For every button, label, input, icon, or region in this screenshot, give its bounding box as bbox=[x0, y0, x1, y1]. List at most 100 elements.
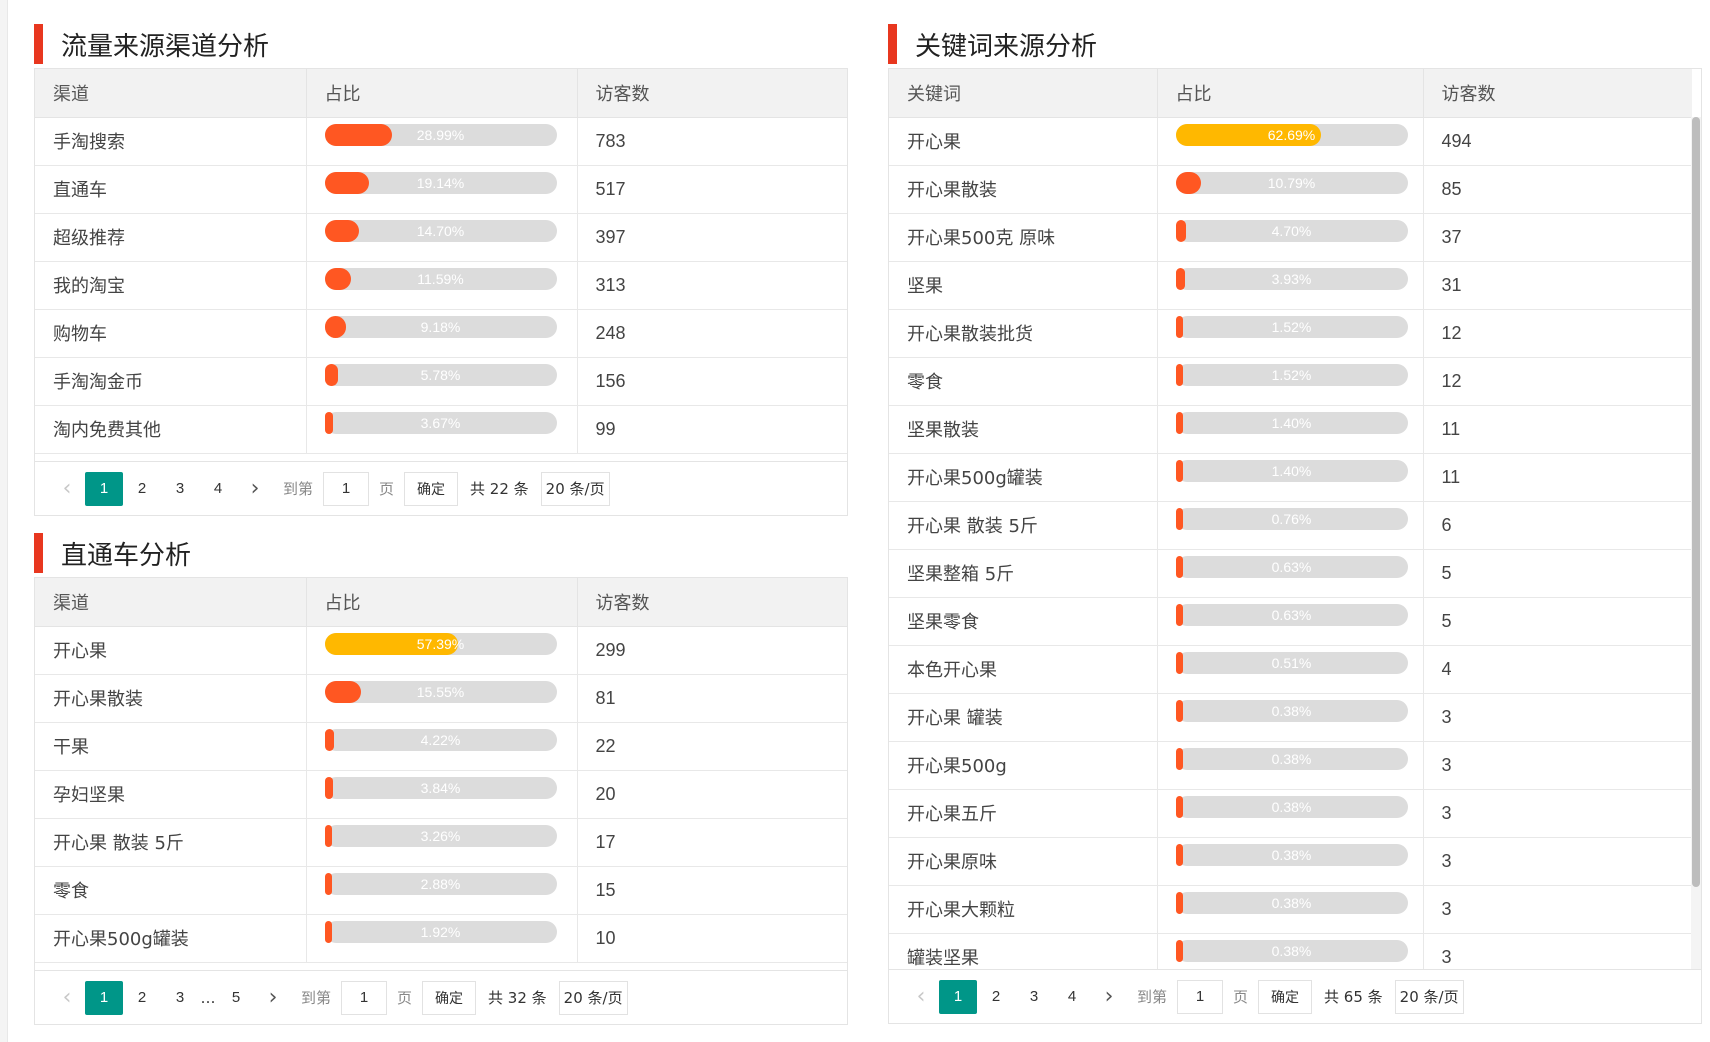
cell-visitors: 11 bbox=[1423, 453, 1692, 502]
table-row[interactable]: 干果 4.22% 22 bbox=[35, 722, 847, 771]
table-row[interactable]: 开心果500g罐装 1.92% 10 bbox=[35, 914, 847, 963]
table-row[interactable]: 开心果散装 15.55% 81 bbox=[35, 674, 847, 723]
table-row[interactable]: 开心果大颗粒 0.38% 3 bbox=[889, 885, 1692, 934]
page-button[interactable]: 3 bbox=[161, 981, 199, 1015]
next-page-icon[interactable]: › bbox=[237, 472, 273, 506]
cell-name: 购物车 bbox=[35, 309, 307, 358]
table-body-scroll[interactable]: 渠道 占比 访客数 开心果 57.39% 299 开心果散装 15.55% 81 干果 4.22%… bbox=[35, 578, 847, 970]
table-row[interactable]: 孕妇坚果 3.84% 20 bbox=[35, 770, 847, 819]
table-row[interactable]: 零食 2.88% 15 bbox=[35, 866, 847, 915]
progress-label: 14.70% bbox=[416, 223, 465, 239]
cell-visitors: 3 bbox=[1423, 741, 1692, 790]
ztc-table: 渠道 占比 访客数 开心果 57.39% 299 开心果散装 15.55% 81 干果 4.22%… bbox=[35, 578, 847, 963]
table-row[interactable]: 超级推荐 14.70% 397 bbox=[35, 213, 847, 262]
cell-visitors: 3 bbox=[1423, 933, 1692, 969]
page-number-input[interactable] bbox=[1177, 979, 1224, 1014]
page-button[interactable]: 2 bbox=[977, 980, 1015, 1014]
vertical-scrollbar[interactable] bbox=[1691, 117, 1701, 969]
table-row[interactable]: 开心果五斤 0.38% 3 bbox=[889, 789, 1692, 838]
progress-bar: 3.67% bbox=[324, 412, 557, 434]
table-row[interactable]: 开心果散装 10.79% 85 bbox=[889, 165, 1692, 214]
cell-ratio: 5.78% bbox=[306, 357, 578, 406]
cell-name: 干果 bbox=[35, 722, 307, 771]
table-header-row: 关键词 占比 访客数 bbox=[889, 69, 1692, 118]
page-button[interactable]: 1 bbox=[85, 980, 123, 1015]
table-row[interactable]: 手淘搜索 28.99% 783 bbox=[35, 117, 847, 166]
goto-label: 到第 bbox=[283, 480, 314, 498]
progress-bar: 4.22% bbox=[324, 729, 557, 751]
table-row[interactable]: 开心果500g罐装 1.40% 11 bbox=[889, 453, 1692, 502]
page-button[interactable]: 3 bbox=[1015, 980, 1053, 1014]
table-row[interactable]: 坚果散装 1.40% 11 bbox=[889, 405, 1692, 454]
table-row[interactable]: 坚果整箱 5斤 0.63% 5 bbox=[889, 549, 1692, 598]
page-size-select[interactable]: 20 条/页 bbox=[558, 980, 628, 1015]
table-row[interactable]: 开心果 62.69% 494 bbox=[889, 117, 1692, 166]
page-number-input[interactable] bbox=[323, 471, 370, 506]
page-button[interactable]: 4 bbox=[1053, 980, 1091, 1014]
progress-bar: 3.26% bbox=[324, 825, 557, 847]
progress-label: 4.70% bbox=[1271, 223, 1312, 239]
table-row[interactable]: 购物车 9.18% 248 bbox=[35, 309, 847, 358]
confirm-button[interactable]: 确定 bbox=[422, 980, 477, 1015]
table-row[interactable]: 开心果 57.39% 299 bbox=[35, 626, 847, 675]
table-row[interactable]: 开心果500克 原味 4.70% 37 bbox=[889, 213, 1692, 262]
page-size-select[interactable]: 20 条/页 bbox=[1394, 979, 1464, 1014]
table-container: 渠道 占比 访客数 手淘搜索 28.99% 783 直通车 19.14% 517 超级推荐 14.… bbox=[34, 68, 848, 516]
table-row[interactable]: 本色开心果 0.51% 4 bbox=[889, 645, 1692, 694]
table-body-scroll[interactable]: 关键词 占比 访客数 开心果 62.69% 494 开心果散装 10.79% 85 开心果500… bbox=[889, 69, 1701, 969]
page-button[interactable]: 1 bbox=[85, 471, 123, 506]
table-row[interactable]: 开心果 散装 5斤 0.76% 6 bbox=[889, 501, 1692, 550]
page-button[interactable]: 3 bbox=[161, 472, 199, 506]
prev-page-icon[interactable]: ‹ bbox=[49, 472, 85, 506]
page-button[interactable]: 5 bbox=[217, 981, 255, 1015]
progress-label: 5.78% bbox=[420, 367, 461, 383]
cell-name: 手淘搜索 bbox=[35, 117, 307, 166]
table-row[interactable]: 零食 1.52% 12 bbox=[889, 357, 1692, 406]
confirm-button[interactable]: 确定 bbox=[404, 471, 459, 506]
page-button[interactable]: 2 bbox=[123, 981, 161, 1015]
progress-bar: 5.78% bbox=[324, 364, 557, 386]
cell-ratio: 1.52% bbox=[1157, 357, 1424, 406]
traffic-table: 渠道 占比 访客数 手淘搜索 28.99% 783 直通车 19.14% 517 超级推荐 14.… bbox=[35, 69, 847, 454]
table-row[interactable]: 开心果 散装 5斤 3.26% 17 bbox=[35, 818, 847, 867]
pagination: ‹123…5› 到第 页确定共 32 条 20 条/页 bbox=[35, 970, 847, 1024]
table-row[interactable]: 罐装坚果 0.38% 3 bbox=[889, 933, 1692, 969]
scrollbar-thumb[interactable] bbox=[1692, 117, 1700, 887]
prev-page-icon[interactable]: ‹ bbox=[49, 981, 85, 1015]
next-page-icon[interactable]: › bbox=[1091, 980, 1127, 1014]
cell-ratio: 3.93% bbox=[1157, 261, 1424, 310]
cell-ratio: 10.79% bbox=[1157, 165, 1424, 214]
table-row[interactable]: 我的淘宝 11.59% 313 bbox=[35, 261, 847, 310]
page-number-input[interactable] bbox=[341, 980, 388, 1015]
progress-label: 28.99% bbox=[416, 127, 465, 143]
next-page-icon[interactable]: › bbox=[255, 981, 291, 1015]
progress-label: 3.93% bbox=[1271, 271, 1312, 287]
progress-label: 3.84% bbox=[420, 780, 461, 796]
page-button[interactable]: 2 bbox=[123, 472, 161, 506]
column-header: 访客数 bbox=[577, 578, 847, 627]
progress-label: 0.63% bbox=[1271, 559, 1312, 575]
cell-visitors: 3 bbox=[1423, 837, 1692, 886]
prev-page-icon[interactable]: ‹ bbox=[903, 980, 939, 1014]
progress-bar: 0.38% bbox=[1175, 700, 1408, 722]
table-row[interactable]: 开心果散装批货 1.52% 12 bbox=[889, 309, 1692, 358]
table-row[interactable]: 开心果500g 0.38% 3 bbox=[889, 741, 1692, 790]
table-row[interactable]: 淘内免费其他 3.67% 99 bbox=[35, 405, 847, 454]
table-row[interactable]: 直通车 19.14% 517 bbox=[35, 165, 847, 214]
table-row[interactable]: 坚果零食 0.63% 5 bbox=[889, 597, 1692, 646]
column-header: 占比 bbox=[306, 578, 578, 627]
page-button[interactable]: 1 bbox=[939, 979, 977, 1014]
cell-visitors: 3 bbox=[1423, 885, 1692, 934]
page-button[interactable]: 4 bbox=[199, 472, 237, 506]
table-body-scroll[interactable]: 渠道 占比 访客数 手淘搜索 28.99% 783 直通车 19.14% 517 超级推荐 14.… bbox=[35, 69, 847, 461]
page-size-select[interactable]: 20 条/页 bbox=[540, 471, 610, 506]
table-row[interactable]: 开心果原味 0.38% 3 bbox=[889, 837, 1692, 886]
cell-ratio: 0.38% bbox=[1157, 837, 1424, 886]
table-row[interactable]: 开心果 罐装 0.38% 3 bbox=[889, 693, 1692, 742]
total-count: 共 32 条 bbox=[488, 989, 547, 1007]
confirm-button[interactable]: 确定 bbox=[1258, 979, 1313, 1014]
table-row[interactable]: 手淘淘金币 5.78% 156 bbox=[35, 357, 847, 406]
cell-ratio: 0.63% bbox=[1157, 549, 1424, 598]
table-row[interactable]: 坚果 3.93% 31 bbox=[889, 261, 1692, 310]
cell-name: 本色开心果 bbox=[889, 645, 1158, 694]
